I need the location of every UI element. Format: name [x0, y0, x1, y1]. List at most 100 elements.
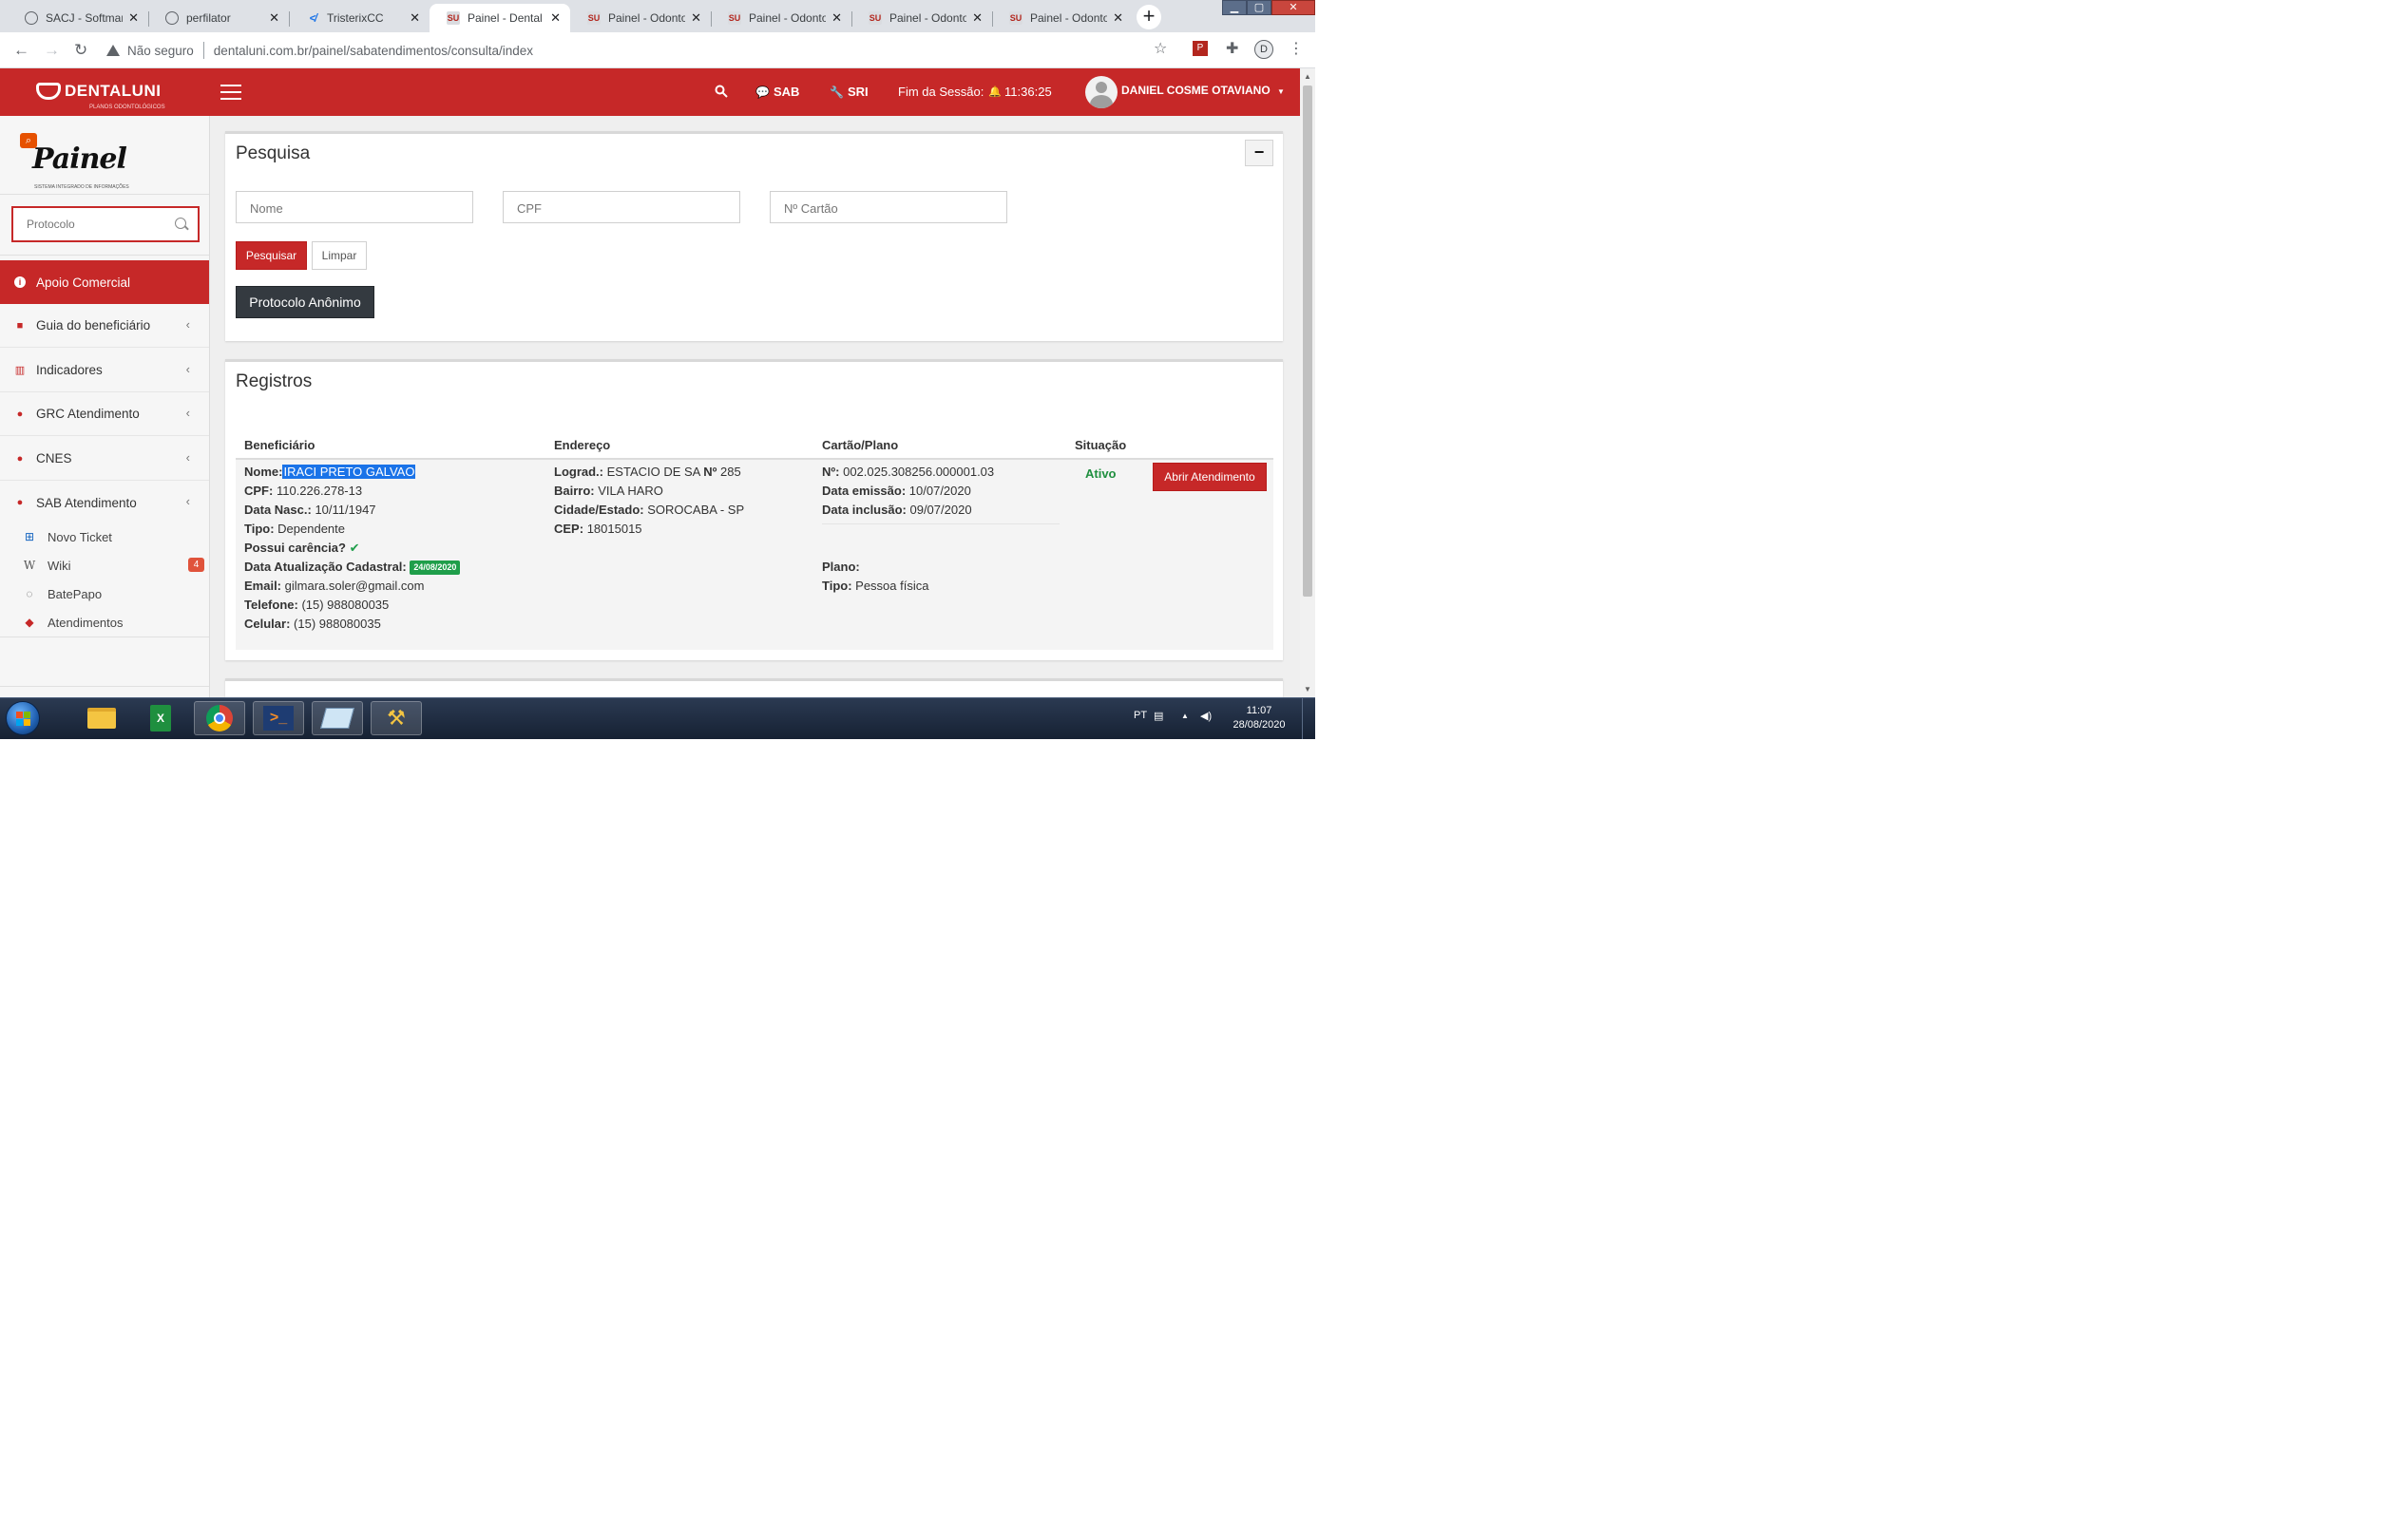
language-indicator[interactable]: PT: [1134, 710, 1147, 721]
show-desktop-button[interactable]: [1302, 698, 1315, 739]
browser-tab-painel-odonto-2[interactable]: SU Painel - Odonto ✕: [711, 4, 851, 32]
scrollbar-thumb[interactable]: [1303, 86, 1312, 597]
chrome-taskbar-button[interactable]: [194, 701, 245, 735]
windows-start-button[interactable]: [6, 701, 40, 735]
search-icon[interactable]: [175, 218, 186, 229]
browser-tab-painel-odonto-4[interactable]: SU Painel - Odonto ✕: [992, 4, 1133, 32]
browser-tab-strip: SACJ - Softmar ✕ perfilator ✕ ≮ Tristeri…: [0, 0, 1315, 32]
clear-button[interactable]: Limpar: [312, 241, 367, 270]
number-value: 285: [720, 465, 741, 479]
browser-tab-painel-dental[interactable]: SU Painel - Dental ✕: [430, 4, 570, 32]
minimize-icon[interactable]: ▁: [1222, 0, 1247, 15]
close-tab-icon[interactable]: ✕: [410, 10, 420, 26]
user-name: DANIEL COSME OTAVIANO: [1121, 84, 1271, 97]
close-tab-icon[interactable]: ✕: [128, 10, 139, 26]
close-tab-icon[interactable]: ✕: [1113, 10, 1123, 26]
extensions-puzzle-icon[interactable]: ✚: [1226, 39, 1238, 58]
phone-line: Telefone: (15) 988080035: [244, 596, 389, 615]
table-row: [236, 460, 1273, 650]
session-timer: Fim da Sessão: 🔔 11:36:25: [898, 85, 1052, 99]
card-number-line: Nº: 002.025.308256.000001.03: [822, 463, 994, 482]
tools-taskbar-button[interactable]: ⚒: [371, 701, 422, 735]
browser-tab-tristerix[interactable]: ≮ TristerixCC ✕: [289, 4, 430, 32]
reload-icon[interactable]: ↻: [74, 41, 87, 60]
url-text[interactable]: dentaluni.com.br/painel/sabatendimentos/…: [214, 44, 533, 58]
tab-title: SACJ - Softmar: [46, 11, 124, 25]
scroll-up-icon[interactable]: ▲: [1304, 72, 1311, 81]
system-clock[interactable]: 11:07 28/08/2020: [1226, 704, 1292, 732]
zip-value: 18015015: [586, 522, 642, 536]
terminal-taskbar-button[interactable]: >_: [253, 701, 304, 735]
open-service-button[interactable]: Abrir Atendimento: [1153, 463, 1267, 491]
submenu-item-batepapo[interactable]: ◌ BatePapo: [0, 580, 209, 608]
sidebar-item-grc[interactable]: ● GRC Atendimento ‹: [0, 392, 209, 436]
painel-brand: ⌕ Painel SISTEMA INTEGRADO DE INFORMAÇÕE…: [17, 133, 150, 200]
collapse-button[interactable]: −: [1245, 140, 1273, 166]
tab-title: perfilator: [186, 11, 231, 25]
user-avatar[interactable]: [1085, 76, 1118, 108]
city-line: Cidade/Estado: SOROCABA - SP: [554, 501, 744, 520]
volume-icon[interactable]: ◀): [1200, 710, 1212, 722]
sheets-taskbar-button[interactable]: X: [135, 701, 186, 735]
new-tab-button[interactable]: +: [1137, 5, 1161, 29]
back-arrow-icon[interactable]: ←: [13, 41, 29, 60]
forward-arrow-icon[interactable]: →: [44, 41, 60, 60]
protocol-search[interactable]: [11, 206, 200, 242]
name-input[interactable]: [248, 200, 461, 217]
zip-label: CEP:: [554, 522, 584, 536]
chat-icon: ●: [16, 497, 24, 508]
browser-tab-painel-odonto-1[interactable]: SU Painel - Odonto ✕: [570, 4, 711, 32]
submenu-item-atendimentos[interactable]: ◆ Atendimentos: [0, 608, 209, 636]
card-number-field[interactable]: [770, 191, 1007, 223]
search-button[interactable]: Pesquisar: [236, 241, 307, 270]
chevron-left-icon: ‹: [185, 406, 190, 420]
tools-icon: ⚒: [387, 706, 406, 730]
card-number-input[interactable]: [782, 200, 995, 217]
hamburger-menu-icon[interactable]: [220, 85, 241, 100]
sidebar-item-cnes[interactable]: ● CNES ‹: [0, 437, 209, 481]
dentaluni-logo[interactable]: DENTALUNI PLANOS ODONTOLÓGICOS: [36, 82, 165, 110]
submenu-item-novo-ticket[interactable]: ⊞ Novo Ticket: [0, 522, 209, 551]
page-scrollbar[interactable]: ▲ ▼: [1300, 68, 1315, 697]
tab-title: TristerixCC: [327, 11, 384, 25]
pdf-extension-icon[interactable]: P: [1193, 41, 1208, 56]
close-tab-icon[interactable]: ✕: [691, 10, 701, 26]
name-field[interactable]: [236, 191, 473, 223]
browser-menu-icon[interactable]: ⋮: [1289, 39, 1304, 58]
close-tab-icon[interactable]: ✕: [972, 10, 983, 26]
district-value: VILA HARO: [598, 484, 663, 498]
sri-link[interactable]: 🔧 SRI: [830, 85, 869, 99]
browser-tab-sacj[interactable]: SACJ - Softmar ✕: [8, 4, 148, 32]
browser-tab-painel-odonto-3[interactable]: SU Painel - Odonto ✕: [851, 4, 992, 32]
notepad-taskbar-button[interactable]: [312, 701, 363, 735]
security-label[interactable]: Não seguro: [127, 44, 194, 58]
cpf-input[interactable]: [515, 200, 728, 217]
tray-expand-icon[interactable]: ▲: [1181, 712, 1189, 720]
sab-link[interactable]: 💬 SAB: [755, 85, 799, 99]
protocol-input[interactable]: [25, 217, 171, 232]
sidebar-item-guia[interactable]: ■ Guia do beneficiário ‹: [0, 304, 209, 348]
profile-avatar[interactable]: D: [1254, 40, 1273, 59]
sidebar-item-sab[interactable]: ● SAB Atendimento ‹: [0, 481, 209, 524]
window-close-icon[interactable]: ✕: [1271, 0, 1315, 15]
close-tab-icon[interactable]: ✕: [831, 10, 842, 26]
beneficiary-name[interactable]: IRACI PRETO GALVAO: [282, 465, 416, 479]
anonymous-protocol-button[interactable]: Protocolo Anônimo: [236, 286, 374, 318]
close-tab-icon[interactable]: ✕: [550, 10, 561, 26]
sidebar-item-label: CNES: [36, 451, 72, 466]
maximize-icon[interactable]: ▢: [1247, 0, 1271, 15]
submenu-item-wiki[interactable]: W Wiki 4: [0, 551, 209, 580]
browser-tab-perfilator[interactable]: perfilator ✕: [148, 4, 289, 32]
omnibox[interactable]: Não seguro dentaluni.com.br/painel/sabat…: [106, 37, 1057, 64]
explorer-taskbar-button[interactable]: [76, 701, 127, 735]
sidebar-item-apoio-comercial[interactable]: i Apoio Comercial: [0, 260, 209, 304]
header-search-icon[interactable]: [715, 85, 728, 98]
scroll-down-icon[interactable]: ▼: [1304, 685, 1311, 694]
keyboard-icon[interactable]: ▤: [1154, 710, 1163, 722]
star-icon[interactable]: ☆: [1154, 39, 1167, 58]
sidebar-item-indicadores[interactable]: ▥ Indicadores ‹: [0, 349, 209, 392]
cpf-field[interactable]: [503, 191, 740, 223]
user-menu[interactable]: DANIEL COSME OTAVIANO ▼: [1121, 84, 1285, 97]
close-tab-icon[interactable]: ✕: [269, 10, 279, 26]
beneficiary-name-line: Nome:IRACI PRETO GALVAO: [244, 463, 416, 482]
